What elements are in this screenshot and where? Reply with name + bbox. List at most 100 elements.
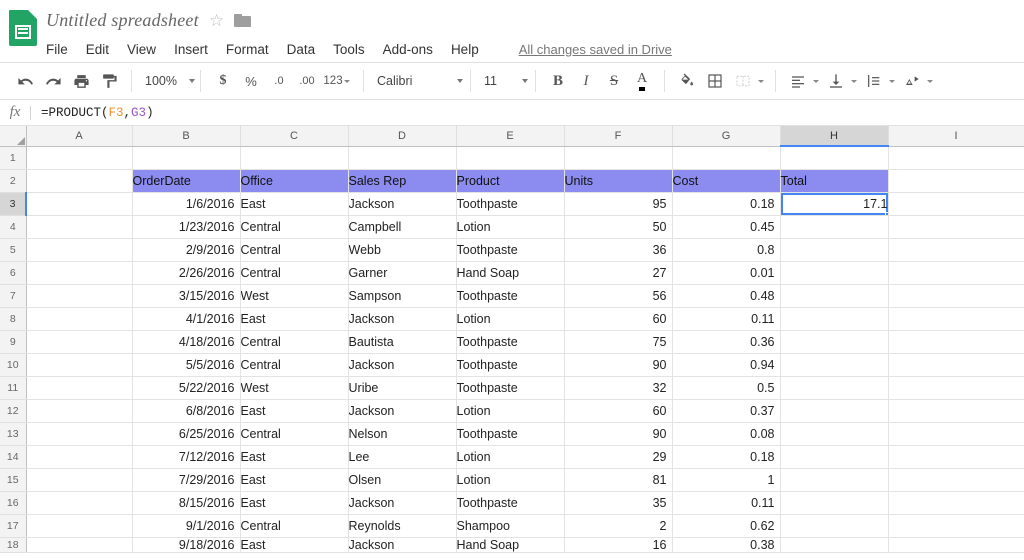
cell-i7[interactable]	[888, 284, 1024, 307]
cell-g8[interactable]: 0.11	[672, 307, 780, 330]
cell-i1[interactable]	[888, 146, 1024, 169]
column-header-i[interactable]: I	[888, 126, 1024, 146]
cell-b3-date[interactable]: 1/6/2016	[132, 192, 240, 215]
text-rotation-icon[interactable]	[898, 67, 926, 95]
cell-f18[interactable]: 16	[564, 537, 672, 552]
cell-b2-orderdate[interactable]: OrderDate	[132, 169, 240, 192]
row-header-13[interactable]: 13	[0, 422, 26, 445]
row-header-14[interactable]: 14	[0, 445, 26, 468]
cell-h15[interactable]	[780, 468, 888, 491]
cell-g13[interactable]: 0.08	[672, 422, 780, 445]
menu-item-addons[interactable]: Add-ons	[383, 42, 433, 57]
save-status-link[interactable]: All changes saved in Drive	[519, 42, 672, 57]
cell-f15[interactable]: 81	[564, 468, 672, 491]
more-formats-button[interactable]: 123	[321, 67, 355, 95]
row-header-7[interactable]: 7	[0, 284, 26, 307]
menu-item-data[interactable]: Data	[287, 42, 316, 57]
cell-d5[interactable]: Webb	[348, 238, 456, 261]
row-header-10[interactable]: 10	[0, 353, 26, 376]
cell-a3[interactable]	[26, 192, 132, 215]
cell-a5[interactable]	[26, 238, 132, 261]
cell-b7[interactable]: 3/15/2016	[132, 284, 240, 307]
cell-b12[interactable]: 6/8/2016	[132, 399, 240, 422]
cell-h1[interactable]	[780, 146, 888, 169]
menu-item-insert[interactable]: Insert	[174, 42, 208, 57]
cell-i17[interactable]	[888, 514, 1024, 537]
cell-i8[interactable]	[888, 307, 1024, 330]
cell-c1[interactable]	[240, 146, 348, 169]
column-header-d[interactable]: D	[348, 126, 456, 146]
cell-a12[interactable]	[26, 399, 132, 422]
cell-f5[interactable]: 36	[564, 238, 672, 261]
cell-h11[interactable]	[780, 376, 888, 399]
cell-d4[interactable]: Campbell	[348, 215, 456, 238]
cell-c6[interactable]: Central	[240, 261, 348, 284]
fill-color-icon[interactable]	[673, 67, 701, 95]
cell-f10[interactable]: 90	[564, 353, 672, 376]
cell-h12[interactable]	[780, 399, 888, 422]
row-header-8[interactable]: 8	[0, 307, 26, 330]
cell-c9[interactable]: Central	[240, 330, 348, 353]
cell-e9[interactable]: Toothpaste	[456, 330, 564, 353]
cell-g6[interactable]: 0.01	[672, 261, 780, 284]
cell-c12[interactable]: East	[240, 399, 348, 422]
cell-b13[interactable]: 6/25/2016	[132, 422, 240, 445]
cell-i10[interactable]	[888, 353, 1024, 376]
cell-a4[interactable]	[26, 215, 132, 238]
cell-e12[interactable]: Lotion	[456, 399, 564, 422]
cell-c11[interactable]: West	[240, 376, 348, 399]
bold-button[interactable]: B	[544, 67, 572, 95]
cell-d7[interactable]: Sampson	[348, 284, 456, 307]
cell-e2-product[interactable]: Product	[456, 169, 564, 192]
zoom-control[interactable]: 100%	[135, 63, 197, 99]
row-header-15[interactable]: 15	[0, 468, 26, 491]
chevron-down-icon[interactable]	[758, 80, 764, 83]
cell-i15[interactable]	[888, 468, 1024, 491]
cell-e18[interactable]: Hand Soap	[456, 537, 564, 552]
cell-c17[interactable]: Central	[240, 514, 348, 537]
row-header-17[interactable]: 17	[0, 514, 26, 537]
cell-e15[interactable]: Lotion	[456, 468, 564, 491]
row-header-4[interactable]: 4	[0, 215, 26, 238]
chevron-down-icon[interactable]	[927, 80, 933, 83]
decrease-decimal-button[interactable]: .0	[265, 67, 293, 95]
cell-d14[interactable]: Lee	[348, 445, 456, 468]
menu-item-format[interactable]: Format	[226, 42, 269, 57]
align-left-icon[interactable]	[784, 67, 812, 95]
cell-c18[interactable]: East	[240, 537, 348, 552]
cell-b10[interactable]: 5/5/2016	[132, 353, 240, 376]
cell-a11[interactable]	[26, 376, 132, 399]
cell-b1[interactable]	[132, 146, 240, 169]
cell-h16[interactable]	[780, 491, 888, 514]
cell-f2-units[interactable]: Units	[564, 169, 672, 192]
cell-i9[interactable]	[888, 330, 1024, 353]
cell-g7[interactable]: 0.48	[672, 284, 780, 307]
cell-g16[interactable]: 0.11	[672, 491, 780, 514]
cell-e14[interactable]: Lotion	[456, 445, 564, 468]
cell-a13[interactable]	[26, 422, 132, 445]
cell-b4[interactable]: 1/23/2016	[132, 215, 240, 238]
cell-d11[interactable]: Uribe	[348, 376, 456, 399]
cell-b5[interactable]: 2/9/2016	[132, 238, 240, 261]
cell-c5[interactable]: Central	[240, 238, 348, 261]
cell-h17[interactable]	[780, 514, 888, 537]
paint-format-icon[interactable]	[95, 67, 123, 95]
increase-decimal-button[interactable]: .00	[293, 67, 321, 95]
cell-c13[interactable]: Central	[240, 422, 348, 445]
cell-h4[interactable]	[780, 215, 888, 238]
menu-item-view[interactable]: View	[127, 42, 156, 57]
cell-i13[interactable]	[888, 422, 1024, 445]
cell-g12[interactable]: 0.37	[672, 399, 780, 422]
cell-h10[interactable]	[780, 353, 888, 376]
cell-a10[interactable]	[26, 353, 132, 376]
chevron-down-icon[interactable]	[851, 80, 857, 83]
print-icon[interactable]	[67, 67, 95, 95]
cell-a14[interactable]	[26, 445, 132, 468]
cell-e10[interactable]: Toothpaste	[456, 353, 564, 376]
cell-f3-units[interactable]: 95	[564, 192, 672, 215]
menu-item-file[interactable]: File	[46, 42, 68, 57]
cell-d3-rep[interactable]: Jackson	[348, 192, 456, 215]
cell-i5[interactable]	[888, 238, 1024, 261]
fill-handle[interactable]	[885, 212, 889, 216]
cell-a18[interactable]	[26, 537, 132, 552]
